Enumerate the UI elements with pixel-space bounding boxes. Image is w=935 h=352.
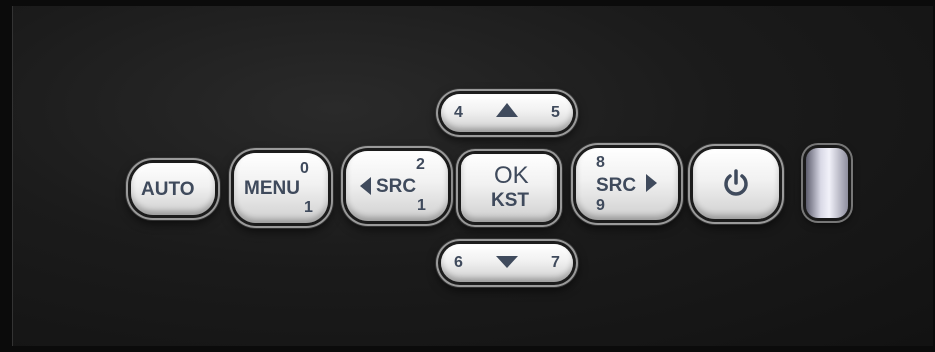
source-right-number-top: 8 [596,154,605,171]
menu-number-top: 0 [300,160,309,177]
ok-button[interactable]: OK KST [461,154,557,222]
source-right-button[interactable]: 8 SRC 9 [576,148,678,220]
auto-button[interactable]: AUTO [131,163,215,215]
up-button[interactable]: 4 5 [441,94,573,132]
arrow-left-icon [360,177,371,195]
down-button[interactable]: 6 7 [441,244,573,282]
menu-label: MENU [244,178,300,199]
source-left-number-bottom: 1 [417,197,426,214]
source-left-button[interactable]: 2 SRC 1 [346,151,448,221]
menu-number-bottom: 1 [304,199,313,216]
ok-label: OK [494,162,529,189]
source-left-label: SRC [376,176,417,197]
control-panel: AUTO 0 MENU 1 2 SRC 1 4 5 OK KST 6 7 8 S… [12,6,933,346]
source-right-label: SRC [596,175,637,196]
power-button[interactable] [693,149,779,219]
arrow-down-icon [496,256,518,268]
arrow-up-icon [496,103,518,117]
status-led [806,148,848,218]
up-number-right: 5 [551,104,560,121]
arrow-right-icon [646,174,657,192]
down-number-right: 7 [551,254,560,271]
source-left-number-top: 2 [416,156,425,173]
menu-button[interactable]: 0 MENU 1 [234,153,328,223]
auto-label: AUTO [141,179,195,200]
kst-label: KST [491,190,529,211]
down-number-left: 6 [454,254,463,271]
up-number-left: 4 [454,104,463,121]
source-right-number-bottom: 9 [596,197,605,214]
power-icon [724,169,748,196]
